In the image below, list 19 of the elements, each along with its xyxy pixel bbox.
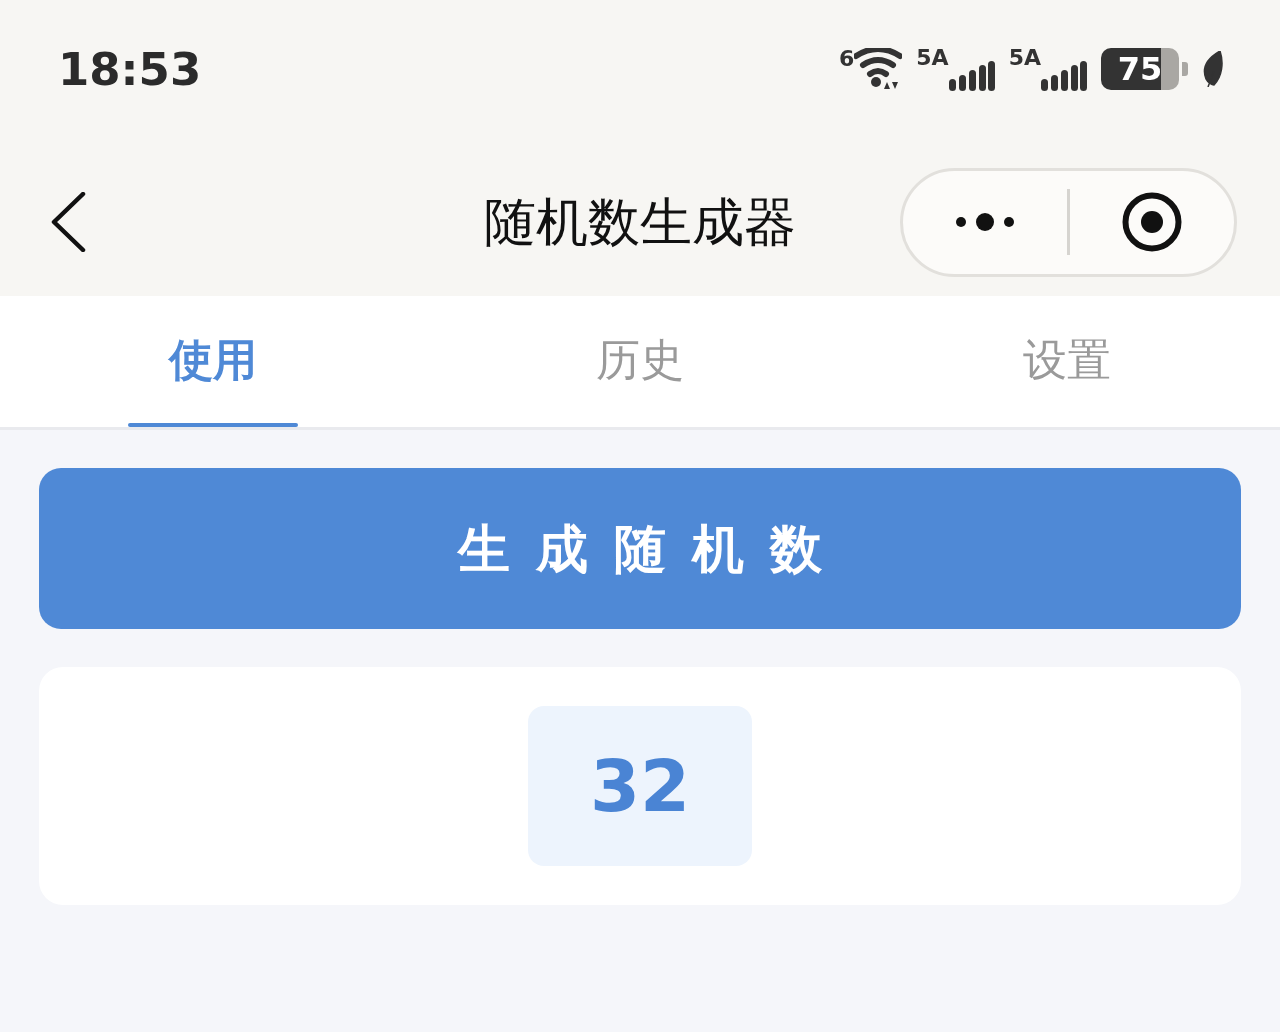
page-title: 随机数生成器 — [484, 196, 796, 248]
network-type-label: 5A — [1008, 47, 1041, 69]
network-type-label: 5A — [916, 47, 949, 69]
signal-icon — [1041, 61, 1087, 91]
tab[interactable]: 历史 — [596, 337, 684, 386]
more-icon — [956, 213, 1014, 231]
target-icon — [1122, 192, 1182, 252]
status-time: 18:53 — [58, 46, 202, 92]
battery-percent: 75 — [1117, 53, 1163, 85]
leaf-icon — [1202, 51, 1224, 87]
battery-cap-icon — [1182, 62, 1188, 76]
signal-icon — [948, 61, 995, 91]
generate-button[interactable]: 生成随机数 — [39, 468, 1241, 629]
wifi-icon — [854, 48, 903, 90]
tab[interactable]: 设置 — [1022, 337, 1111, 386]
tab[interactable]: 使用 — [169, 337, 258, 386]
result-number: 32 — [528, 706, 752, 866]
back-icon — [50, 192, 86, 252]
wifi-generation-label: 6 — [839, 48, 855, 70]
